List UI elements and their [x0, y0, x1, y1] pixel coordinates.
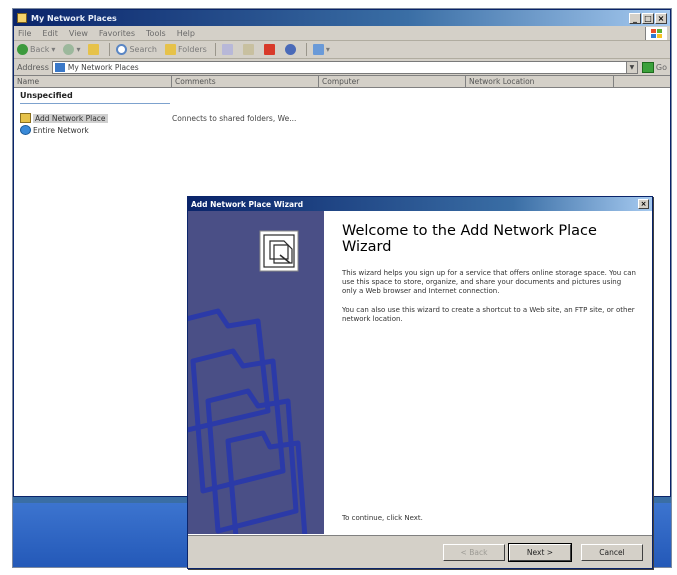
- menu-help[interactable]: Help: [177, 29, 195, 38]
- column-header-computer[interactable]: Computer: [319, 76, 466, 87]
- wizard-next-button[interactable]: Next >: [508, 543, 572, 562]
- menu-file[interactable]: File: [18, 29, 31, 38]
- wizard-paragraph-2: You can also use this wizard to create a…: [342, 306, 635, 323]
- views-button[interactable]: ▾: [312, 44, 330, 55]
- wizard-content: Welcome to the Add Network Place Wizard …: [324, 211, 652, 536]
- menu-favorites[interactable]: Favorites: [99, 29, 135, 38]
- address-label: Address: [17, 62, 49, 72]
- up-folder-icon: [88, 44, 100, 55]
- delete-icon: [263, 44, 275, 55]
- go-button[interactable]: Go: [641, 61, 667, 73]
- undo-icon: [284, 44, 296, 55]
- folders-button[interactable]: Folders: [164, 44, 207, 55]
- list-item[interactable]: Add Network Place: [20, 113, 108, 123]
- network-places-icon: [17, 13, 27, 23]
- list-item-comment: Connects to shared folders, We...: [172, 114, 297, 123]
- go-arrow-icon: [641, 61, 654, 73]
- views-icon: [312, 44, 324, 55]
- menu-tools[interactable]: Tools: [146, 29, 166, 38]
- folders-icon: [164, 44, 176, 55]
- wizard-heading: Welcome to the Add Network Place Wizard: [342, 223, 597, 255]
- wizard-continue-text: To continue, click Next.: [342, 514, 423, 522]
- delete-button[interactable]: [263, 44, 277, 55]
- toolbar-separator: [109, 43, 111, 56]
- move-to-icon: [221, 44, 233, 55]
- menu-view[interactable]: View: [69, 29, 88, 38]
- wizard-cancel-button[interactable]: Cancel: [581, 544, 643, 561]
- search-icon: [116, 44, 128, 55]
- maximize-button[interactable]: □: [642, 12, 654, 24]
- toolbar-separator: [214, 43, 216, 56]
- forward-arrow-icon: [63, 44, 75, 55]
- wizard-titlebar[interactable]: Add Network Place Wizard ×: [188, 197, 652, 211]
- column-header-name[interactable]: Name: [14, 76, 172, 87]
- up-folder-button[interactable]: [88, 44, 101, 55]
- windows-logo-icon: [645, 27, 667, 40]
- address-bar: Address My Network Places ▼ Go: [14, 59, 670, 76]
- undo-button[interactable]: [284, 44, 298, 55]
- add-network-place-icon: [20, 113, 31, 123]
- wizard-paragraph-1: This wizard helps you sign up for a serv…: [342, 269, 636, 295]
- forward-button[interactable]: ▾: [63, 44, 80, 55]
- address-input[interactable]: My Network Places ▼: [51, 60, 638, 74]
- explorer-title: My Network Places: [31, 13, 117, 23]
- copy-to-icon: [242, 44, 254, 55]
- wizard-side-banner: [188, 211, 324, 536]
- move-to-button[interactable]: [221, 44, 235, 55]
- entire-network-icon: [20, 125, 31, 135]
- wizard-close-button[interactable]: ×: [638, 199, 649, 209]
- column-headers: Name Comments Computer Network Location: [14, 76, 670, 88]
- toolbar-separator: [305, 43, 307, 56]
- group-header: Unspecified: [20, 91, 73, 100]
- toolbar: Back ▾ ▾ Search Folders ▾: [14, 41, 670, 59]
- column-header-comments[interactable]: Comments: [172, 76, 319, 87]
- network-places-icon: [54, 62, 65, 72]
- list-item-name: Add Network Place: [33, 113, 108, 123]
- copy-to-button[interactable]: [242, 44, 256, 55]
- address-dropdown-icon[interactable]: ▼: [625, 61, 637, 73]
- explorer-titlebar[interactable]: My Network Places _ □ ×: [14, 10, 670, 26]
- add-network-place-wizard: Add Network Place Wizard × Welcome to th…: [187, 196, 653, 569]
- menu-edit[interactable]: Edit: [42, 29, 58, 38]
- wizard-button-bar: < Back Next > Cancel: [188, 534, 652, 568]
- wizard-back-button[interactable]: < Back: [443, 544, 505, 561]
- menubar: File Edit View Favorites Tools Help: [14, 26, 670, 41]
- close-button[interactable]: ×: [655, 12, 667, 24]
- column-header-network-location[interactable]: Network Location: [466, 76, 614, 87]
- back-button[interactable]: Back ▾: [17, 44, 55, 55]
- wizard-title: Add Network Place Wizard: [191, 199, 304, 209]
- address-value: My Network Places: [67, 62, 139, 72]
- list-item-name: Entire Network: [33, 125, 89, 135]
- minimize-button[interactable]: _: [629, 12, 641, 24]
- back-arrow-icon: [17, 44, 28, 55]
- search-button[interactable]: Search: [116, 44, 157, 55]
- list-item[interactable]: Entire Network: [20, 125, 89, 135]
- column-header-filler: [614, 76, 670, 87]
- folder-graphic-icon: [188, 230, 308, 536]
- group-divider: [20, 103, 170, 104]
